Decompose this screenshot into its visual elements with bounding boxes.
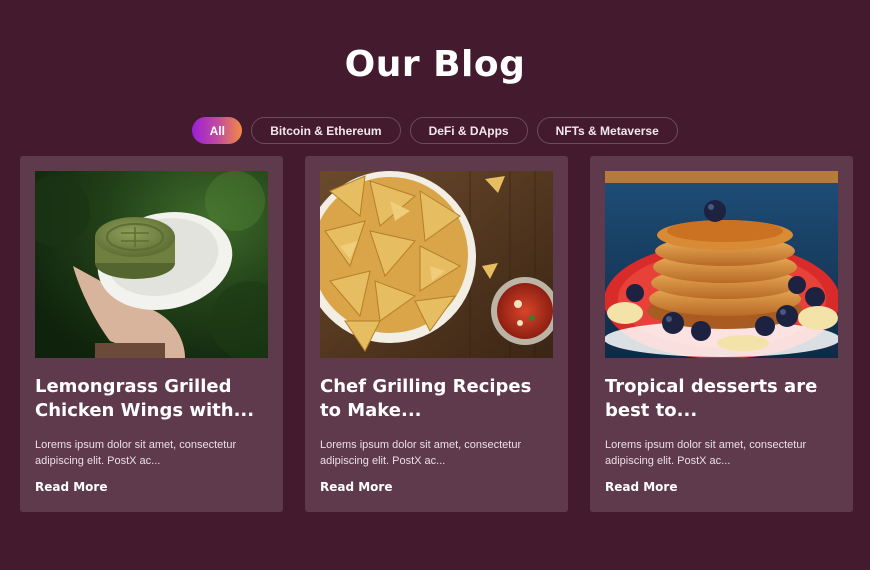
filter-nfts-metaverse[interactable]: NFTs & Metaverse bbox=[536, 117, 678, 144]
post-title[interactable]: Lemongrass Grilled Chicken Wings with... bbox=[35, 375, 268, 423]
filter-bitcoin-ethereum[interactable]: Bitcoin & Ethereum bbox=[251, 117, 401, 144]
post-excerpt: Lorems ipsum dolor sit amet, consectetur… bbox=[35, 439, 237, 467]
filter-defi-dapps[interactable]: DeFi & DApps bbox=[409, 117, 528, 144]
post-image-tortilla-chips[interactable] bbox=[320, 171, 553, 358]
post-title[interactable]: Tropical desserts are best to... bbox=[605, 375, 838, 423]
read-more-link[interactable]: Read More bbox=[320, 480, 393, 494]
read-more-link[interactable]: Read More bbox=[35, 480, 108, 494]
post-excerpt: Lorems ipsum dolor sit amet, consectetur… bbox=[320, 439, 522, 467]
post-image-pancakes[interactable] bbox=[605, 171, 838, 358]
blog-post-card: Chef Grilling Recipes to Make... Lorems … bbox=[305, 156, 568, 512]
page-title: Our Blog bbox=[344, 44, 526, 85]
blog-post-card: Tropical desserts are best to... Lorems … bbox=[590, 156, 853, 512]
blog-post-grid: Lemongrass Grilled Chicken Wings with...… bbox=[20, 156, 854, 512]
post-image-mooncake[interactable] bbox=[35, 171, 268, 358]
category-filters: All Bitcoin & Ethereum DeFi & DApps NFTs… bbox=[0, 117, 870, 144]
filter-all[interactable]: All bbox=[192, 117, 243, 144]
read-more-link[interactable]: Read More bbox=[605, 480, 678, 494]
blog-post-card: Lemongrass Grilled Chicken Wings with...… bbox=[20, 156, 283, 512]
post-excerpt: Lorems ipsum dolor sit amet, consectetur… bbox=[605, 439, 807, 467]
post-title[interactable]: Chef Grilling Recipes to Make... bbox=[320, 375, 553, 423]
